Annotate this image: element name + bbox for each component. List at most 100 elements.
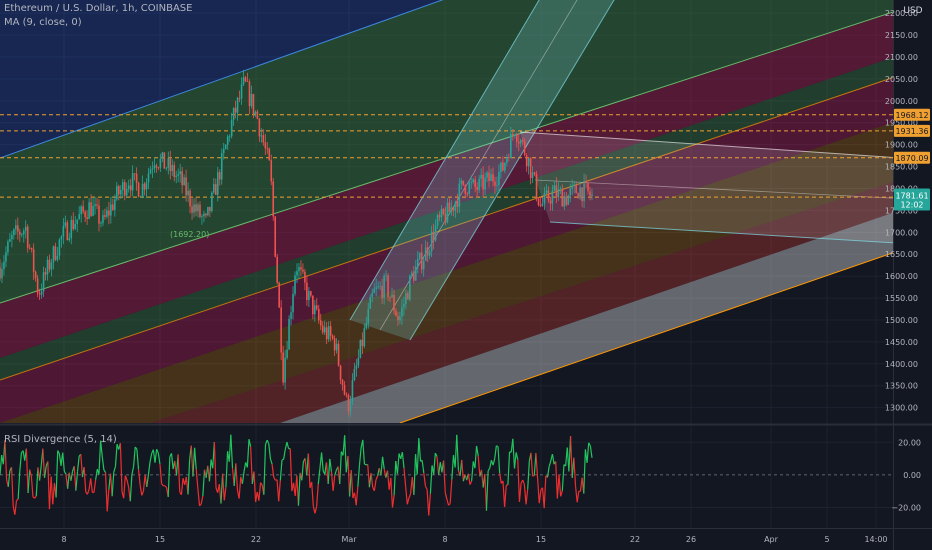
candle-body bbox=[234, 107, 237, 113]
candle-body bbox=[183, 177, 185, 186]
candle-body bbox=[242, 77, 245, 85]
candle-body bbox=[70, 219, 73, 239]
candle-body bbox=[488, 172, 490, 181]
candle-body bbox=[78, 214, 80, 220]
candle-body bbox=[189, 190, 191, 207]
rsi-tick-label: 20.00 bbox=[898, 438, 921, 447]
rsi-segment bbox=[532, 474, 535, 477]
candle-body bbox=[395, 310, 397, 316]
candle-body bbox=[220, 153, 223, 180]
candle-body bbox=[1, 269, 3, 279]
candle-body bbox=[512, 134, 514, 136]
time-tick-label: 22 bbox=[630, 535, 640, 544]
candle-body bbox=[40, 291, 43, 295]
candle-body bbox=[80, 206, 82, 215]
candle-body bbox=[58, 239, 61, 256]
price-tick-label: 1450.00 bbox=[885, 338, 918, 347]
candle-body bbox=[169, 158, 172, 171]
candle-body bbox=[18, 231, 21, 235]
candle-body bbox=[96, 204, 98, 206]
candle-body bbox=[102, 215, 104, 224]
price-tick-label: 1900.00 bbox=[885, 141, 918, 150]
price-tick-label: 1850.00 bbox=[885, 163, 918, 172]
symbol-legend[interactable]: Ethereum / U.S. Dollar, 1h, COINBASE bbox=[4, 3, 192, 14]
candle-body bbox=[359, 339, 362, 358]
candle-body bbox=[64, 222, 67, 226]
candle-body bbox=[110, 204, 112, 216]
candle-body bbox=[292, 293, 294, 313]
time-tick-label: 26 bbox=[686, 535, 696, 544]
candle-body bbox=[533, 172, 536, 175]
candle-body bbox=[62, 225, 65, 237]
price-tick-label: 1350.00 bbox=[885, 382, 918, 391]
candle-body bbox=[575, 184, 577, 194]
candle-body bbox=[42, 272, 45, 292]
candle-body bbox=[329, 326, 332, 336]
candle-body bbox=[248, 81, 251, 107]
candle-body bbox=[135, 173, 138, 183]
candle-body bbox=[482, 174, 484, 190]
candle-body bbox=[195, 204, 197, 212]
candle-body bbox=[28, 247, 31, 249]
candle-body bbox=[310, 291, 312, 296]
candle-body bbox=[371, 292, 374, 297]
candle-body bbox=[444, 213, 447, 223]
candle-body bbox=[244, 77, 247, 82]
candle-body bbox=[44, 272, 47, 275]
candle-body bbox=[240, 84, 243, 99]
candle-body bbox=[341, 379, 344, 386]
candle-body bbox=[50, 262, 53, 270]
candle-body bbox=[438, 215, 441, 218]
candle-body bbox=[209, 206, 211, 211]
candle-body bbox=[567, 195, 570, 205]
candle-body bbox=[149, 169, 152, 174]
candle-body bbox=[7, 241, 9, 253]
candle-body bbox=[228, 136, 231, 138]
candle-body bbox=[104, 215, 106, 217]
candle-body bbox=[349, 401, 352, 412]
candle-body bbox=[222, 149, 225, 154]
candle-body bbox=[587, 182, 589, 192]
candle-body bbox=[276, 256, 278, 283]
candle-body bbox=[504, 162, 506, 171]
candle-body bbox=[484, 177, 486, 190]
candle-body bbox=[26, 226, 29, 248]
candle-body bbox=[302, 269, 304, 272]
candle-body bbox=[56, 255, 59, 260]
candle-body bbox=[17, 225, 19, 232]
candle-body bbox=[565, 196, 568, 205]
rsi-segment bbox=[496, 445, 499, 448]
candle-body bbox=[583, 181, 585, 202]
candle-body bbox=[147, 173, 150, 183]
candle-body bbox=[591, 194, 593, 196]
candle-body bbox=[294, 275, 296, 294]
candle-body bbox=[523, 141, 526, 155]
candle-body bbox=[34, 271, 37, 279]
candle-body bbox=[413, 272, 415, 281]
chart-canvas[interactable]: (1692.20) 2200.002150.002100.002050.0020… bbox=[0, 0, 932, 550]
candle-body bbox=[270, 160, 273, 182]
candle-body bbox=[117, 186, 120, 195]
candle-body bbox=[339, 365, 342, 380]
candle-body bbox=[288, 318, 290, 350]
candle-body bbox=[215, 184, 217, 195]
candle-body bbox=[252, 94, 255, 115]
candle-body bbox=[52, 246, 55, 263]
candle-body bbox=[391, 294, 393, 298]
price-level-label: 1968.12 bbox=[895, 111, 928, 120]
candle-body bbox=[15, 225, 17, 230]
candle-body bbox=[179, 171, 181, 175]
candle-body bbox=[211, 192, 213, 211]
candle-body bbox=[549, 200, 552, 204]
rsi-legend[interactable]: RSI Divergence (5, 14) bbox=[4, 434, 117, 445]
candle-body bbox=[379, 286, 381, 287]
candle-body bbox=[11, 235, 13, 240]
candle-body bbox=[399, 316, 401, 321]
ma-legend[interactable]: MA (9, close, 0) bbox=[4, 17, 82, 28]
candle-body bbox=[500, 162, 502, 172]
candle-body bbox=[323, 327, 326, 333]
candle-body bbox=[547, 190, 550, 201]
candle-body bbox=[422, 260, 425, 270]
candle-body bbox=[141, 183, 144, 197]
candle-body bbox=[385, 275, 387, 277]
